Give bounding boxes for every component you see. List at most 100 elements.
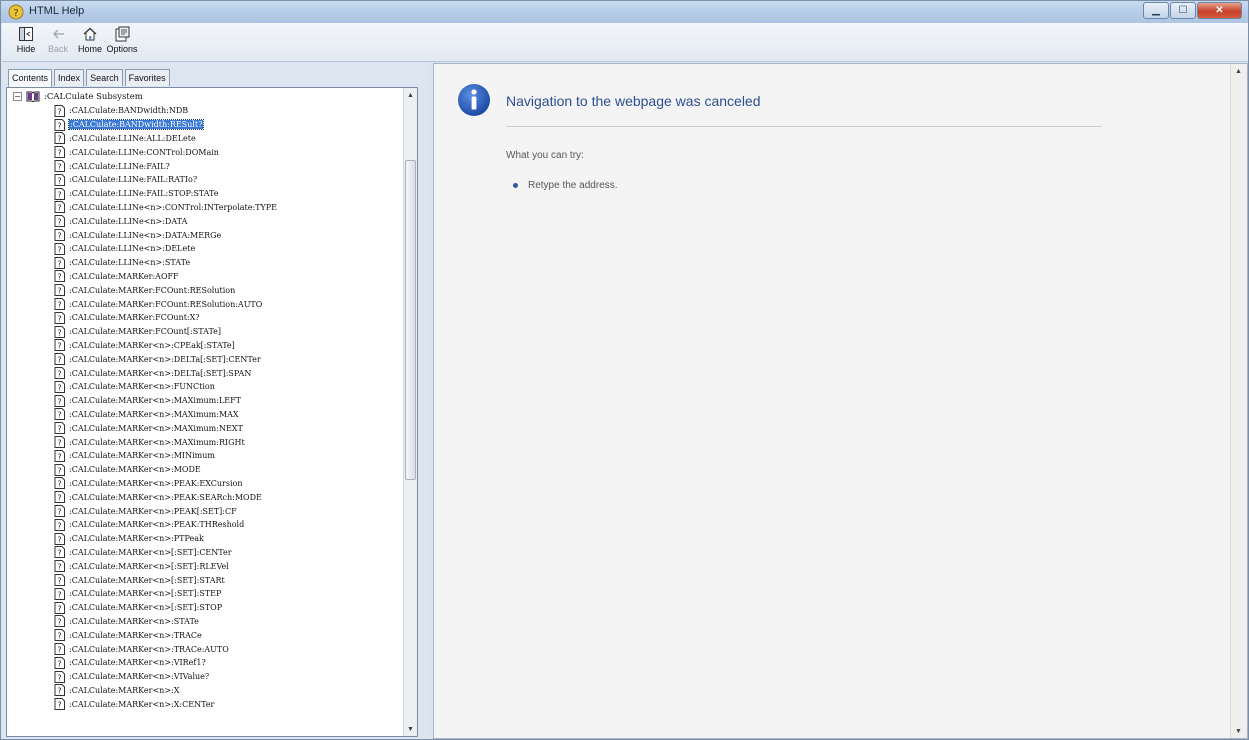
tree-item[interactable]: ?:CALCulate:MARKer<n>:MAXimum:LEFT bbox=[54, 394, 241, 408]
tree-item[interactable]: ?:CALCulate:MARKer<n>:MAXimum:RIGHt bbox=[54, 435, 245, 449]
tree-item[interactable]: ?:CALCulate:LLINe:ALL:DELete bbox=[54, 132, 196, 146]
tree-item[interactable]: ?:CALCulate:MARKer<n>:MINimum bbox=[54, 449, 215, 463]
tree-item-label: :CALCulate:MARKer<n>:FUNCtion bbox=[69, 382, 215, 392]
tree-item-label: :CALCulate:LLINe<n>:CONTrol:INTerpolate:… bbox=[69, 202, 278, 212]
tree-item[interactable]: ?:CALCulate:BANDwidth:NDB bbox=[54, 104, 188, 118]
tree-scroll-thumb[interactable] bbox=[405, 160, 416, 480]
tab-favorites[interactable]: Favorites bbox=[124, 69, 170, 86]
tree-item-label: :CALCulate:MARKer<n>:MAXimum:MAX bbox=[69, 409, 239, 419]
hide-button[interactable]: Hide bbox=[12, 23, 40, 61]
tree-item-label: :CALCulate:MARKer<n>:TRACe:AUTO bbox=[69, 644, 229, 654]
tree-item[interactable]: ?:CALCulate:LLINe<n>:DATA bbox=[54, 214, 187, 228]
tree-item[interactable]: ?:CALCulate:MARKer:AOFF bbox=[54, 270, 179, 284]
svg-text:?: ? bbox=[57, 107, 61, 116]
tree-item[interactable]: ?:CALCulate:MARKer<n>:PEAK[:SET]:CF bbox=[54, 504, 237, 518]
help-page-icon: ? bbox=[54, 643, 65, 656]
tree-item[interactable]: ?:CALCulate:MARKer<n>:X:CENTer bbox=[54, 697, 214, 711]
minimize-button[interactable]: ▁ bbox=[1143, 2, 1169, 19]
tree-item[interactable]: ?:CALCulate:LLINe:FAIL:RATIo? bbox=[54, 173, 197, 187]
tree-item-label: :CALCulate:LLINe<n>:DATA bbox=[69, 216, 188, 226]
svg-text:?: ? bbox=[57, 370, 61, 379]
tree-item[interactable]: ?:CALCulate:LLINe:FAIL? bbox=[54, 159, 170, 173]
tree-item[interactable]: ? :CALCulate:MARKer:FCOunt:X? bbox=[54, 311, 200, 325]
tree-item[interactable]: ?:CALCulate:MARKer<n>:PEAK:THReshold bbox=[54, 518, 244, 532]
tree-item-label: :CALCulate:MARKer<n>:X bbox=[69, 685, 180, 695]
tree-item[interactable]: ?:CALCulate:LLINe<n>:DATA:MERGe bbox=[54, 228, 221, 242]
tree-item[interactable]: ?:CALCulate:LLINe:CONTrol:DOMain bbox=[54, 145, 219, 159]
svg-text:?: ? bbox=[57, 287, 61, 296]
tree-item[interactable]: ?:CALCulate:MARKer<n>[:SET]:STEP bbox=[54, 587, 221, 601]
tree-item[interactable]: ?:CALCulate:MARKer<n>:DELTa[:SET]:SPAN bbox=[54, 366, 251, 380]
svg-text:?: ? bbox=[57, 687, 61, 696]
collapse-icon[interactable]: − bbox=[13, 92, 22, 101]
back-arrow-icon bbox=[52, 29, 64, 39]
tree-item[interactable]: ?:CALCulate:MARKer:FCOunt[:STATe] bbox=[54, 325, 221, 339]
tree-item[interactable]: ?:CALCulate:MARKer<n>:PEAK:EXCursion bbox=[54, 477, 243, 491]
hide-icon bbox=[19, 27, 33, 41]
tree-scrollbar[interactable]: ▲ ▼ bbox=[403, 88, 417, 736]
tree-item-label: :CALCulate:MARKer<n>:DELTa[:SET]:CENTer bbox=[69, 354, 261, 364]
tree-item[interactable]: ?:CALCulate:LLINe<n>:DELete bbox=[54, 242, 195, 256]
home-label: Home bbox=[77, 44, 102, 54]
tree-item[interactable]: ?:CALCulate:MARKer<n>:PEAK:SEARch:MODE bbox=[54, 490, 262, 504]
tree-item[interactable]: ?:CALCulate:MARKer<n>:VIRef1? bbox=[54, 656, 206, 670]
svg-text:?: ? bbox=[57, 204, 61, 213]
home-button[interactable]: Home bbox=[76, 23, 104, 61]
help-page-icon: ? bbox=[54, 656, 65, 669]
tree-item[interactable]: ?:CALCulate:MARKer<n>[:SET]:STARt bbox=[54, 573, 225, 587]
content-scrollbar[interactable]: ▲ ▼ bbox=[1230, 64, 1247, 738]
svg-text:?: ? bbox=[57, 314, 61, 323]
tree-item[interactable]: ?:CALCulate:MARKer<n>:MODE bbox=[54, 463, 201, 477]
scroll-up-arrow-icon[interactable]: ▲ bbox=[404, 88, 417, 102]
tree-item-label: :CALCulate:MARKer:AOFF bbox=[69, 271, 179, 281]
tree-item-label: :CALCulate:MARKer:FCOunt:X? bbox=[69, 313, 200, 323]
content-scroll-up-icon[interactable]: ▲ bbox=[1232, 64, 1245, 78]
content-scroll-down-icon[interactable]: ▼ bbox=[1232, 724, 1245, 738]
tree-item-label: :CALCulate:LLINe:FAIL:STOP:STATe bbox=[69, 189, 219, 199]
bullet-icon bbox=[513, 183, 518, 188]
tree-item[interactable]: ?:CALCulate:LLINe:FAIL:STOP:STATe bbox=[54, 187, 219, 201]
tree-item[interactable]: ?:CALCulate:LLINe<n>:STATe bbox=[54, 256, 190, 270]
tree-item[interactable]: ?:CALCulate:MARKer<n>:TRACe bbox=[54, 628, 202, 642]
tree-item[interactable]: ?:CALCulate:BANDwidth:RESult? bbox=[54, 118, 205, 132]
svg-text:?: ? bbox=[57, 149, 61, 158]
tree-item[interactable]: ? :CALCulate:LLINe<n>:CONTrol:INTerpolate… bbox=[54, 201, 277, 215]
tree-item[interactable]: ?:CALCulate:MARKer<n>:PTPeak bbox=[54, 532, 204, 546]
svg-text:?: ? bbox=[57, 466, 61, 475]
help-page-icon: ? bbox=[54, 160, 65, 173]
back-button[interactable]: Back bbox=[44, 23, 72, 61]
tree-item[interactable]: ?:CALCulate:MARKer<n>[:SET]:STOP bbox=[54, 601, 222, 615]
tab-contents[interactable]: Contents bbox=[8, 69, 53, 88]
tree-item[interactable]: ?:CALCulate:MARKer<n>[:SET]:RLEVel bbox=[54, 559, 229, 573]
close-button[interactable]: ✕ bbox=[1197, 2, 1242, 19]
tree-item[interactable]: ? :CALCulate:MARKer<n>:TRACe:AUTO bbox=[54, 642, 229, 656]
tree-item[interactable]: ? :CALCulate:MARKer<n>:X bbox=[54, 684, 179, 698]
help-page-icon: ? bbox=[54, 574, 65, 587]
contents-tree[interactable]: − :CALCulate Subsystem ?:CALCulate:BANDw… bbox=[6, 87, 418, 737]
tree-item[interactable]: ?:CALCulate:MARKer:FCOunt:RESolution bbox=[54, 283, 235, 297]
tree-item[interactable]: ? :CALCulate:MARKer<n>[:SET]:CENTer bbox=[54, 546, 232, 560]
scroll-down-arrow-icon[interactable]: ▼ bbox=[404, 722, 417, 736]
title-bar[interactable]: ? HTML Help ▁ ☐ ✕ bbox=[1, 1, 1248, 23]
svg-text:?: ? bbox=[57, 259, 61, 268]
help-page-icon: ? bbox=[54, 546, 65, 559]
tree-item[interactable]: ?:CALCulate:MARKer<n>:STATe bbox=[54, 615, 199, 629]
svg-text:?: ? bbox=[57, 535, 61, 544]
tree-item-label: :CALCulate:LLINe:ALL:DELete bbox=[69, 133, 196, 143]
options-button[interactable]: Options bbox=[106, 23, 138, 61]
help-page-icon: ? bbox=[54, 436, 65, 449]
tree-item[interactable]: ?:CALCulate:MARKer:FCOunt:RESolution:AUT… bbox=[54, 297, 262, 311]
tree-item[interactable]: ?:CALCulate:MARKer<n>:VIValue? bbox=[54, 670, 209, 684]
tree-item[interactable]: ?:CALCulate:MARKer<n>:FUNCtion bbox=[54, 380, 215, 394]
tree-item[interactable]: ?:CALCulate:MARKer<n>:MAXimum:NEXT bbox=[54, 421, 243, 435]
help-page-icon: ? bbox=[54, 367, 65, 380]
tree-item[interactable]: ?:CALCulate:MARKer<n>:CPEak[:STATe] bbox=[54, 339, 235, 353]
tree-item[interactable]: ?:CALCulate:MARKer<n>:DELTa[:SET]:CENTer bbox=[54, 352, 261, 366]
maximize-button[interactable]: ☐ bbox=[1170, 2, 1196, 19]
tree-root[interactable]: − :CALCulate Subsystem bbox=[13, 90, 143, 103]
tree-item-label: :CALCulate:MARKer<n>[:SET]:CENTer bbox=[69, 547, 232, 557]
tab-index[interactable]: Index bbox=[54, 69, 85, 86]
tree-item-label: :CALCulate:MARKer<n>:PEAK:EXCursion bbox=[69, 478, 243, 488]
tab-search[interactable]: Search bbox=[86, 69, 123, 86]
tree-item[interactable]: ?:CALCulate:MARKer<n>:MAXimum:MAX bbox=[54, 408, 239, 422]
